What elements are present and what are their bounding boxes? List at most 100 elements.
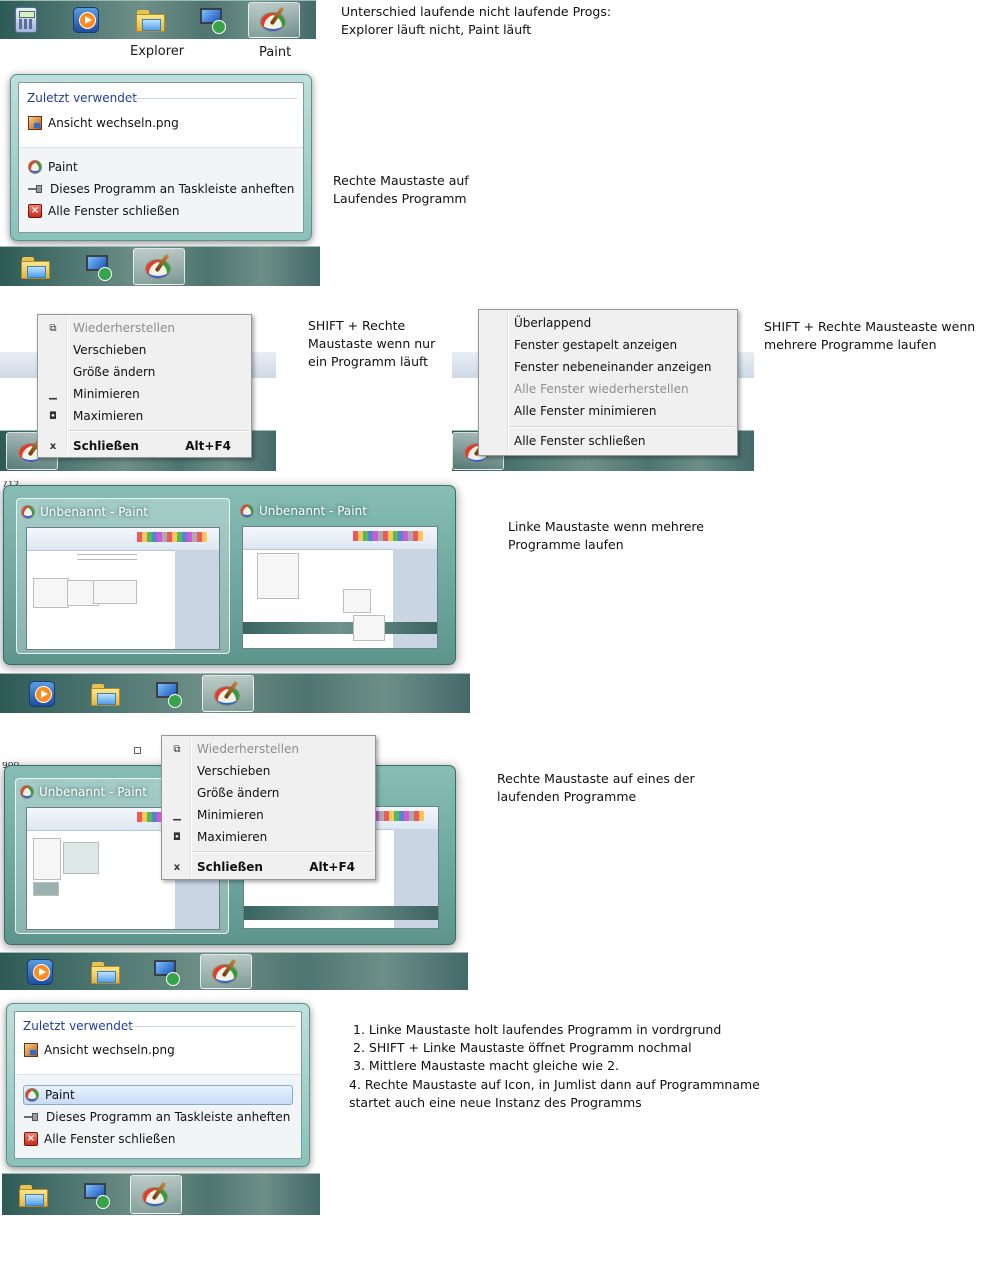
recent-file-label: Ansicht wechseln.png	[48, 116, 179, 130]
close-icon: ×	[28, 204, 42, 218]
taskbar-2	[0, 246, 320, 286]
menu-item-side-by-side[interactable]: Fenster nebeneinander anzeigen	[481, 356, 735, 378]
system-menu-1: ⧉ Wiederherstellen Verschieben Größe ände…	[37, 314, 252, 458]
menu-item-stacked[interactable]: Fenster gestapelt anzeigen	[481, 334, 735, 356]
taskbar-button-remote-desktop[interactable]	[142, 675, 194, 712]
menu-item-maximize[interactable]: ◘ Maximieren	[40, 405, 249, 427]
note-right-click-running: Rechte Maustaste auf Laufendes Programm	[333, 173, 469, 206]
jumplist-recent-item[interactable]: Ansicht wechseln.png	[23, 1040, 293, 1060]
taskbar-button-calculator[interactable]	[0, 2, 52, 38]
taskbar-button-paint[interactable]	[200, 954, 252, 989]
jumplist-task-pin[interactable]: Dieses Programm an Taskleiste anheften	[27, 179, 295, 199]
menu-separator	[509, 426, 735, 428]
note-shift-right-single: SHIFT + Rechte Maustaste wenn nur ein Pr…	[308, 318, 436, 369]
remote-desktop-icon	[154, 681, 182, 708]
jumplist-1: Zuletzt verwendet Ansicht wechseln.png P…	[10, 74, 312, 241]
thumbnail-paint-1[interactable]: Unbenannt - Paint	[16, 498, 230, 654]
taskbar-button-media-player[interactable]	[16, 675, 68, 712]
menu-item-maximize[interactable]: ◘ Maximieren	[164, 826, 373, 848]
explorer-folder-icon	[91, 960, 121, 984]
taskbar-5	[0, 673, 470, 713]
menu-item-close[interactable]: x Schließen Alt+F4	[40, 435, 249, 457]
taskbar-button-explorer[interactable]	[80, 954, 132, 989]
paint-icon	[144, 253, 174, 281]
paint-icon	[141, 1181, 171, 1209]
thumbnail-paint-2[interactable]: Unbenannt - Paint	[236, 498, 444, 654]
menu-item-move[interactable]: Verschieben	[40, 339, 249, 361]
paint-icon	[259, 6, 289, 34]
pin-icon	[24, 1112, 40, 1122]
remote-desktop-icon	[82, 1182, 110, 1209]
taskbar-button-explorer[interactable]	[125, 2, 177, 38]
note-running-vs-not: Unterschied laufende nicht laufende Prog…	[341, 4, 612, 37]
taskbar-button-remote-desktop[interactable]	[70, 1175, 122, 1214]
taskbar-button-paint[interactable]	[248, 2, 300, 38]
note-left-click-multiple: Linke Maustaste wenn mehrere Programme l…	[508, 519, 704, 552]
jumplist-task-close-all[interactable]: × Alle Fenster schließen	[23, 1129, 293, 1149]
minimize-icon: ▁	[173, 809, 181, 821]
thumbnail-preview-1: Unbenannt - Paint Unbenannt - Paint	[3, 485, 456, 665]
taskbar-button-media-player[interactable]	[60, 2, 112, 38]
jumplist-2-body: Zuletzt verwendet Ansicht wechseln.png P…	[14, 1011, 302, 1159]
group-menu: Überlappend Fenster gestapelt anzeigen F…	[478, 309, 738, 456]
jumplist-task-paint[interactable]: Paint	[27, 157, 295, 177]
jumplist-recent-item[interactable]: Ansicht wechseln.png	[27, 113, 295, 133]
jumplist-task-close-all[interactable]: × Alle Fenster schließen	[27, 201, 295, 221]
task-label: Dieses Programm an Taskleiste anheften	[46, 1110, 291, 1124]
media-player-icon	[27, 958, 53, 985]
png-file-icon	[24, 1043, 38, 1057]
taskbar-button-explorer[interactable]	[8, 1175, 60, 1214]
taskbar-button-remote-desktop[interactable]	[186, 2, 238, 38]
taskbar-button-remote-desktop[interactable]	[72, 248, 124, 285]
jumplist-header: Zuletzt verwendet	[27, 91, 137, 105]
remote-desktop-icon	[84, 254, 112, 281]
menu-item-close[interactable]: x Schließen Alt+F4	[164, 856, 373, 878]
taskbar-1	[0, 0, 316, 39]
label-paint: Paint	[259, 45, 292, 60]
maximize-icon: ◘	[49, 410, 57, 422]
thumbnail-window	[26, 527, 220, 650]
menu-item-size[interactable]: Größe ändern	[164, 782, 373, 804]
menu-item-size[interactable]: Größe ändern	[40, 361, 249, 383]
taskbar-button-paint[interactable]	[133, 248, 185, 285]
remote-desktop-icon	[152, 959, 180, 986]
close-icon: x	[173, 861, 181, 873]
jumplist-1-body: Zuletzt verwendet Ansicht wechseln.png P…	[18, 82, 304, 233]
note-step-2: 2. SHIFT + Linke Maustaste öffnet Progra…	[353, 1040, 692, 1055]
taskbar-button-remote-desktop[interactable]	[140, 954, 192, 989]
menu-item-minimize[interactable]: ▁ Minimieren	[164, 804, 373, 826]
menu-item-minimize[interactable]: ▁ Minimieren	[40, 383, 249, 405]
menu-item-restore[interactable]: ⧉ Wiederherstellen	[164, 738, 373, 760]
explorer-folder-icon	[136, 8, 166, 32]
thumbnail-window	[242, 526, 438, 649]
paint-icon	[213, 680, 243, 708]
jumplist-task-pin[interactable]: Dieses Programm an Taskleiste anheften	[23, 1107, 293, 1127]
remote-desktop-icon	[198, 7, 226, 34]
note-step-4: 4. Rechte Maustaste auf Icon, in Jumlist…	[349, 1077, 760, 1092]
taskbar-6	[0, 952, 468, 990]
taskbar-button-paint[interactable]	[130, 1175, 182, 1214]
pin-icon	[28, 184, 44, 194]
paint-icon	[25, 1088, 39, 1102]
menu-item-restore-all[interactable]: Alle Fenster wiederherstellen	[481, 378, 735, 400]
jumplist-task-paint[interactable]: Paint	[23, 1085, 293, 1105]
menu-item-close-all[interactable]: Alle Fenster schließen	[481, 430, 735, 452]
task-label: Paint	[48, 160, 78, 174]
taskbar-button-media-player[interactable]	[14, 954, 66, 989]
jumplist-tasks-area: Paint Dieses Programm an Taskleiste anhe…	[15, 1074, 301, 1158]
menu-item-restore[interactable]: ⧉ Wiederherstellen	[40, 317, 249, 339]
paint-icon	[28, 160, 42, 174]
taskbar-button-explorer[interactable]	[10, 248, 62, 285]
paint-icon	[20, 785, 34, 799]
taskbar-button-explorer[interactable]	[80, 675, 132, 712]
menu-item-cascade[interactable]: Überlappend	[481, 312, 735, 334]
resize-handle	[134, 747, 141, 754]
taskbar-7	[2, 1173, 320, 1215]
label-explorer: Explorer	[130, 44, 185, 59]
note-shift-right-multiple: SHIFT + Rechte Mausteaste wenn mehrere P…	[764, 319, 976, 352]
media-player-icon	[73, 7, 99, 33]
menu-item-minimize-all[interactable]: Alle Fenster minimieren	[481, 400, 735, 422]
menu-item-move[interactable]: Verschieben	[164, 760, 373, 782]
taskbar-button-paint[interactable]	[202, 675, 254, 712]
restore-icon: ⧉	[49, 322, 57, 334]
